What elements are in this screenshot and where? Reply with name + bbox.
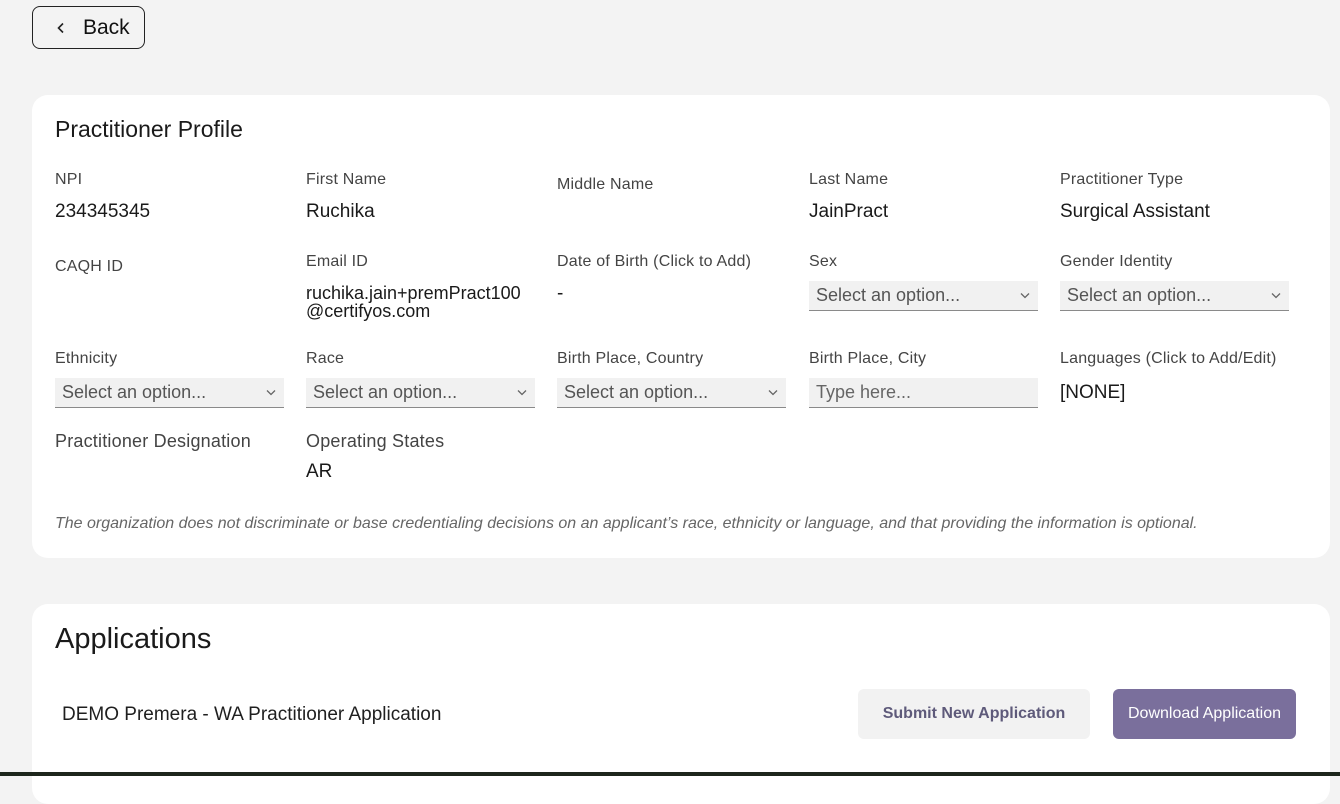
back-button[interactable]: Back <box>32 6 145 49</box>
middle-name-field: Middle Name <box>557 176 786 206</box>
middle-name-label: Middle Name <box>557 176 654 193</box>
bottom-strip <box>0 772 1340 776</box>
dob-label[interactable]: Date of Birth (Click to Add) <box>557 253 786 271</box>
application-name: DEMO Premera - WA Practitioner Applicati… <box>62 704 442 725</box>
languages-label[interactable]: Languages (Click to Add/Edit) <box>1060 350 1289 368</box>
ethnicity-label: Ethnicity <box>55 350 118 367</box>
applications-title: Applications <box>55 623 212 655</box>
languages-field[interactable]: Languages (Click to Add/Edit) [NONE] <box>1060 350 1289 404</box>
sex-label: Sex <box>809 253 838 270</box>
chevron-down-icon <box>1020 292 1030 299</box>
dob-value[interactable]: - <box>557 283 786 305</box>
npi-field: NPI 234345345 <box>55 171 284 223</box>
gender-identity-label: Gender Identity <box>1060 253 1173 270</box>
disclaimer-text: The organization does not discriminate o… <box>55 515 1198 532</box>
sex-select[interactable]: Select an option... <box>809 281 1038 311</box>
email-label: Email ID <box>306 253 369 270</box>
birth-country-selected: Select an option... <box>564 382 709 402</box>
chevron-down-icon <box>266 389 276 396</box>
ethnicity-selected: Select an option... <box>62 382 207 402</box>
chevron-down-icon <box>768 389 778 396</box>
caqh-id-field: CAQH ID <box>55 258 284 288</box>
designation-field: Practitioner Designation <box>55 431 284 464</box>
languages-value[interactable]: [NONE] <box>1060 382 1289 404</box>
last-name-value: JainPract <box>809 201 889 222</box>
designation-label: Practitioner Designation <box>55 431 251 451</box>
practitioner-profile-card: Practitioner Profile NPI 234345345 First… <box>32 95 1330 558</box>
birth-city-label: Birth Place, City <box>809 350 927 367</box>
gender-identity-field: Gender Identity Select an option... <box>1060 253 1289 311</box>
race-select[interactable]: Select an option... <box>306 378 535 408</box>
sex-selected: Select an option... <box>816 285 961 305</box>
ethnicity-select[interactable]: Select an option... <box>55 378 284 408</box>
birth-city-field: Birth Place, City <box>809 350 1038 408</box>
ethnicity-field: Ethnicity Select an option... <box>55 350 284 408</box>
chevron-left-icon <box>55 22 67 34</box>
first-name-label: First Name <box>306 171 387 188</box>
race-field: Race Select an option... <box>306 350 535 408</box>
first-name-field: First Name Ruchika <box>306 171 535 223</box>
email-field: Email ID ruchika.jain+premPract100 @cert… <box>306 253 535 320</box>
race-label: Race <box>306 350 345 367</box>
birth-country-field: Birth Place, Country Select an option... <box>557 350 786 408</box>
download-application-button[interactable]: Download Application <box>1113 689 1296 739</box>
last-name-label: Last Name <box>809 171 889 188</box>
last-name-field: Last Name JainPract <box>809 171 1038 223</box>
birth-country-select[interactable]: Select an option... <box>557 378 786 408</box>
npi-value: 234345345 <box>55 201 151 222</box>
chevron-down-icon <box>1271 292 1281 299</box>
dob-field[interactable]: Date of Birth (Click to Add) - <box>557 253 786 305</box>
practitioner-type-field: Practitioner Type Surgical Assistant <box>1060 171 1289 223</box>
first-name-value: Ruchika <box>306 201 375 222</box>
birth-city-input[interactable] <box>809 378 1038 408</box>
gender-identity-selected: Select an option... <box>1067 285 1212 305</box>
profile-title: Practitioner Profile <box>55 116 243 142</box>
practitioner-type-value: Surgical Assistant <box>1060 201 1210 222</box>
back-button-label: Back <box>83 15 130 39</box>
practitioner-type-label: Practitioner Type <box>1060 171 1184 188</box>
gender-identity-select[interactable]: Select an option... <box>1060 281 1289 311</box>
submit-new-application-button[interactable]: Submit New Application <box>858 689 1090 739</box>
birth-country-label: Birth Place, Country <box>557 350 704 367</box>
operating-states-label: Operating States <box>306 431 445 451</box>
operating-states-field: Operating States AR <box>306 431 535 483</box>
sex-field: Sex Select an option... <box>809 253 1038 311</box>
caqh-id-label: CAQH ID <box>55 258 124 275</box>
operating-states-value: AR <box>306 461 333 482</box>
npi-label: NPI <box>55 171 83 188</box>
email-value: ruchika.jain+premPract100 @certifyos.com <box>306 283 521 321</box>
race-selected: Select an option... <box>313 382 458 402</box>
chevron-down-icon <box>517 389 527 396</box>
